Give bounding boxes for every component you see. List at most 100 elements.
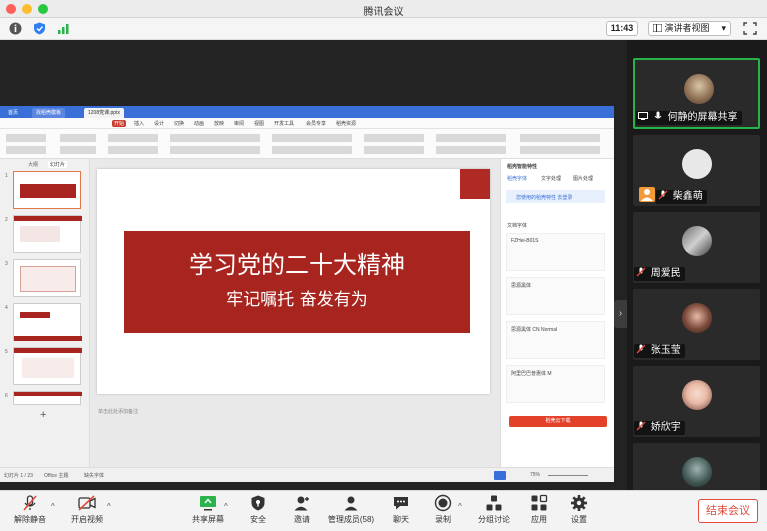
view-mode-dropdown[interactable]: 演讲者视图 ▾ bbox=[648, 21, 731, 36]
end-meeting-button[interactable]: 结束会议 bbox=[698, 499, 758, 523]
font-card: 思源黑体 CN Normal bbox=[506, 321, 605, 359]
slide-title: 学习党的二十大精神 bbox=[189, 251, 405, 279]
chat-button[interactable]: 聊天 bbox=[386, 494, 416, 530]
font-pane-tab: 文字处理 bbox=[541, 176, 562, 182]
participant-tile[interactable]: 何静的屏幕共享 bbox=[633, 58, 760, 129]
info-icon[interactable] bbox=[8, 21, 23, 36]
invite-button[interactable]: 邀请 bbox=[284, 494, 320, 530]
participant-name: 柴鑫萌 bbox=[656, 190, 707, 204]
start-video-button[interactable]: 开启视频 bbox=[67, 494, 107, 530]
members-icon bbox=[344, 496, 358, 511]
shared-menu-item: 会员专享 bbox=[306, 121, 327, 127]
shared-menu-item: 动画 bbox=[194, 121, 205, 127]
slides-tab: 幻灯片 bbox=[48, 161, 68, 168]
microphone-muted-icon bbox=[636, 421, 646, 431]
chevron-up-icon[interactable]: ^ bbox=[107, 502, 111, 511]
font-pane-section: 文档字体 bbox=[507, 223, 528, 229]
thumb-number: 4 bbox=[5, 305, 8, 311]
participant-tile[interactable]: 张玉莹 bbox=[633, 289, 760, 360]
window-titlebar: 腾讯会议 bbox=[0, 0, 767, 18]
avatar bbox=[682, 457, 712, 487]
shared-menu-item: 开始 bbox=[112, 120, 127, 127]
participant-tile[interactable]: 柴鑫萌 bbox=[633, 135, 760, 206]
slide-position: 幻灯片 1 / 23 bbox=[4, 473, 33, 479]
shield-icon bbox=[251, 495, 265, 511]
screen-share-icon bbox=[638, 112, 648, 120]
shared-tab-templates: 找稻壳模板 bbox=[32, 108, 66, 118]
zoom-slider bbox=[548, 475, 588, 476]
shared-screen[interactable]: 首页 找稻壳模板 1208党课.pptx 开始 插入 设计 切换 动画 放映 审… bbox=[0, 106, 614, 482]
current-slide: 学习党的二十大精神 牢记嘱托 奋发有为 bbox=[97, 169, 490, 394]
font-card: 思源黑体 bbox=[506, 277, 605, 315]
participant-tile[interactable] bbox=[633, 443, 760, 490]
camera-off-icon bbox=[78, 495, 96, 511]
cloud-download-button: 稻壳云下载 bbox=[509, 416, 607, 427]
thumb-number: 5 bbox=[5, 349, 8, 355]
chevron-right-icon[interactable]: › bbox=[614, 300, 627, 328]
shared-tab-home: 首页 bbox=[8, 110, 19, 116]
avatar bbox=[682, 380, 712, 410]
thumb-number: 6 bbox=[5, 393, 8, 399]
participant-tile[interactable]: 周爱民 bbox=[633, 212, 760, 283]
shared-app-statusbar: 幻灯片 1 / 23 Office 主题 缺失字体 75% bbox=[0, 467, 614, 482]
slide-notes: 单击此处添加备注 bbox=[98, 409, 139, 415]
microphone-muted-icon bbox=[23, 495, 37, 511]
security-button[interactable]: 安全 bbox=[240, 494, 276, 530]
apps-icon bbox=[531, 494, 548, 511]
window-title: 腾讯会议 bbox=[363, 7, 404, 18]
thumb-number: 3 bbox=[5, 261, 8, 267]
font-card: 阿里巴巴普惠体 M bbox=[506, 365, 605, 403]
microphone-muted-icon bbox=[636, 344, 646, 354]
shared-tab-document: 1208党课.pptx bbox=[84, 108, 124, 118]
manage-members-button[interactable]: 管理成员(58) bbox=[324, 494, 378, 530]
participant-tile[interactable]: 娇欣宇 bbox=[633, 366, 760, 437]
shared-menu-item: 视图 bbox=[254, 121, 265, 127]
grid-icon bbox=[652, 23, 663, 33]
slide-title-band: 学习党的二十大精神 牢记嘱托 奋发有为 bbox=[124, 231, 470, 333]
shared-menu-item: 插入 bbox=[134, 121, 145, 127]
chevron-up-icon[interactable]: ^ bbox=[224, 502, 228, 511]
shared-menu-item: 设计 bbox=[154, 121, 165, 127]
font-pane-tab: 稻壳字体 bbox=[507, 176, 528, 182]
record-icon bbox=[434, 494, 452, 512]
outline-tab: 大纲 bbox=[28, 162, 39, 168]
chat-icon bbox=[394, 497, 408, 510]
gear-icon bbox=[571, 495, 587, 511]
apps-button[interactable]: 应用 bbox=[524, 494, 554, 530]
share-screen-icon bbox=[200, 496, 216, 511]
unmute-button[interactable]: 解除静音 bbox=[10, 494, 50, 530]
avatar bbox=[684, 74, 714, 104]
slide-canvas: 学习党的二十大精神 牢记嘱托 奋发有为 单击此处添加备注 bbox=[90, 159, 500, 467]
theme-name: Office 主题 bbox=[44, 473, 69, 479]
share-screen-button[interactable]: 共享屏幕 bbox=[188, 494, 228, 530]
slide-thumbnail bbox=[13, 259, 81, 297]
slide-thumbnail bbox=[13, 391, 82, 405]
play-icon bbox=[494, 471, 506, 480]
avatar bbox=[682, 303, 712, 333]
meeting-clock: 11:43 bbox=[606, 21, 638, 36]
invite-icon bbox=[294, 496, 309, 511]
missing-font: 缺失字体 bbox=[84, 473, 105, 479]
chevron-down-icon: ▾ bbox=[721, 23, 726, 33]
shared-menu-item: 开发工具 bbox=[274, 121, 295, 127]
shield-icon[interactable] bbox=[32, 21, 47, 36]
participant-name: 张玉莹 bbox=[634, 344, 685, 358]
slide-subtitle: 牢记嘱托 奋发有为 bbox=[226, 290, 368, 310]
font-pane-tab: 图片处理 bbox=[573, 176, 594, 182]
breakout-rooms-button[interactable]: 分组讨论 bbox=[474, 494, 514, 530]
participant-name: 周爱民 bbox=[634, 267, 685, 281]
record-button[interactable]: 录制 bbox=[428, 494, 458, 530]
chevron-up-icon[interactable]: ^ bbox=[458, 502, 462, 511]
fullscreen-icon[interactable] bbox=[742, 21, 758, 36]
meeting-toolbar: 解除静音 ^ 开启视频 ^ 共享屏幕 ^ 安全 邀请 管理成员(58) 聊天 录… bbox=[0, 490, 767, 531]
slide-thumbnail bbox=[13, 215, 82, 253]
settings-button[interactable]: 设置 bbox=[564, 494, 594, 530]
shared-menu-item: 放映 bbox=[214, 121, 225, 127]
signal-strength-icon[interactable] bbox=[56, 21, 71, 36]
participant-name: 娇欣宇 bbox=[634, 421, 685, 435]
shared-menu-item: 切换 bbox=[174, 121, 185, 127]
shared-menu-item: 稻壳资源 bbox=[336, 121, 357, 127]
participant-panel: 何静的屏幕共享 柴鑫萌 周爱民 张玉莹 娇欣宇 bbox=[627, 40, 767, 490]
microphone-icon bbox=[654, 111, 662, 119]
chevron-up-icon[interactable]: ^ bbox=[51, 502, 55, 511]
